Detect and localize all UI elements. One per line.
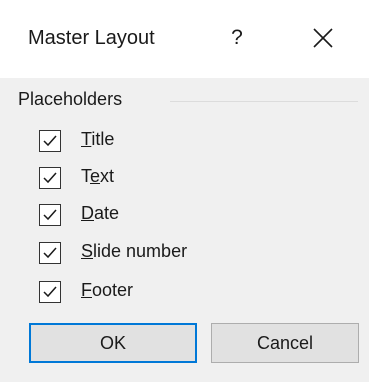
date-checkbox-row[interactable]: Date bbox=[39, 202, 299, 232]
placeholders-group-label: Placeholders bbox=[18, 89, 123, 110]
footer-checkbox-label: Footer bbox=[81, 280, 134, 300]
slide-number-checkbox-label: Slide number bbox=[81, 241, 188, 261]
slide-number-checkbox[interactable] bbox=[39, 242, 61, 264]
cancel-button[interactable]: Cancel bbox=[211, 323, 359, 363]
help-button[interactable]: ? bbox=[222, 20, 252, 56]
group-divider bbox=[170, 101, 358, 102]
title-checkbox-row[interactable]: Title bbox=[39, 128, 299, 158]
text-checkbox-row[interactable]: Text bbox=[39, 165, 299, 195]
checkmark-icon bbox=[43, 172, 57, 184]
date-checkbox[interactable] bbox=[39, 204, 61, 226]
title-bar: Master Layout ? bbox=[0, 0, 369, 78]
checkmark-icon bbox=[43, 286, 57, 298]
dialog-title: Master Layout bbox=[28, 27, 155, 49]
slide-number-checkbox-row[interactable]: Slide number bbox=[39, 240, 299, 270]
date-checkbox-label: Date bbox=[81, 203, 120, 223]
footer-checkbox[interactable] bbox=[39, 281, 61, 303]
text-checkbox[interactable] bbox=[39, 167, 61, 189]
checkmark-icon bbox=[43, 247, 57, 259]
ok-button[interactable]: OK bbox=[29, 323, 197, 363]
footer-checkbox-row[interactable]: Footer bbox=[39, 279, 299, 309]
checkmark-icon bbox=[43, 209, 57, 221]
title-checkbox-label: Title bbox=[81, 129, 115, 149]
title-checkbox[interactable] bbox=[39, 130, 61, 152]
close-button[interactable] bbox=[305, 20, 341, 56]
checkmark-icon bbox=[43, 135, 57, 147]
master-layout-dialog: Master Layout ? Placeholders Title Text … bbox=[0, 0, 369, 382]
close-icon bbox=[313, 28, 333, 48]
text-checkbox-label: Text bbox=[81, 166, 115, 186]
